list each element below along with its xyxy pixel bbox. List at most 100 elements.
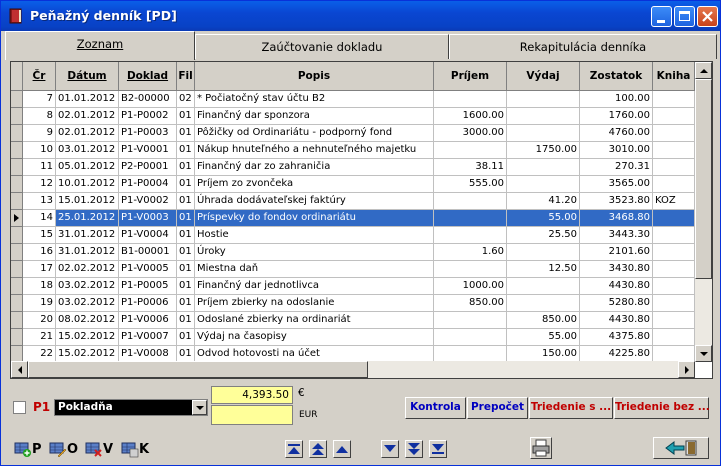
cell-popis: Finančný dar sponzora: [195, 108, 434, 125]
row-indicator[interactable]: [11, 261, 23, 278]
currency-symbol: €: [298, 387, 305, 399]
row-indicator[interactable]: [11, 91, 23, 108]
cell-prijem: 1.60: [434, 244, 507, 261]
table-row[interactable]: 15 31.01.2012 P1-V0004 01 Hostie 25.50 3443.30: [11, 227, 695, 244]
row-indicator[interactable]: [11, 210, 23, 227]
account-checkbox[interactable]: [13, 401, 26, 414]
header-kniha[interactable]: Kniha: [653, 62, 695, 91]
cell-kniha: [653, 261, 695, 278]
row-indicator[interactable]: [11, 125, 23, 142]
scroll-up-button[interactable]: [695, 62, 712, 79]
row-indicator[interactable]: [11, 193, 23, 210]
tab-zauctovanie[interactable]: Zaúčtovanie dokladu: [195, 34, 449, 59]
header-doklad[interactable]: Doklad: [119, 62, 177, 91]
header-prijem[interactable]: Príjem: [434, 62, 507, 91]
table-row[interactable]: 21 15.02.2012 P1-V0007 01 Výdaj na časopisy 5…: [11, 329, 695, 346]
current-row-icon: [14, 214, 19, 222]
table-row[interactable]: 18 03.02.2012 P1-P0005 01 Finančný dar jedno…: [11, 278, 695, 295]
table-row[interactable]: 7 01.01.2012 B2-00000 02 * Počiatočný stav ú…: [11, 91, 695, 108]
scroll-left-button[interactable]: [11, 361, 28, 378]
minimize-button[interactable]: [651, 6, 672, 27]
row-indicator[interactable]: [11, 159, 23, 176]
maximize-button[interactable]: [674, 6, 695, 27]
row-indicator[interactable]: [11, 312, 23, 329]
first-record-button[interactable]: [285, 440, 303, 458]
prepocet-button[interactable]: Prepočet: [467, 397, 528, 419]
kontrola-button[interactable]: Kontrola: [405, 397, 466, 419]
cell-kniha: [653, 329, 695, 346]
hscroll-thumb[interactable]: [28, 361, 368, 378]
triedenie-s-button[interactable]: Triedenie s ...: [529, 397, 613, 419]
cell-cr: 11: [23, 159, 56, 176]
row-indicator[interactable]: [11, 244, 23, 261]
account-dropdown-button[interactable]: [192, 400, 207, 415]
tab-label: Rekapitulácia denníka: [519, 40, 647, 54]
row-indicator[interactable]: [11, 108, 23, 125]
header-fil[interactable]: Fil: [177, 62, 195, 91]
cell-datum: 25.01.2012: [56, 210, 119, 227]
edit-button[interactable]: O: [49, 438, 78, 460]
book-icon: [9, 8, 22, 24]
cell-popis: Hostie: [195, 227, 434, 244]
cell-cr: 19: [23, 295, 56, 312]
cell-kniha: [653, 295, 695, 312]
cell-popis: Príjem zo zvončeka: [195, 176, 434, 193]
table-row[interactable]: 9 02.01.2012 P1-P0003 01 Pôžičky od Ordinari…: [11, 125, 695, 142]
calc-button[interactable]: K: [121, 438, 149, 460]
table-row[interactable]: 14 25.01.2012 P1-V0003 01 Príspevky do fondo…: [11, 210, 695, 227]
table-row[interactable]: 16 31.01.2012 B1-00001 01 Úroky 1.60 2101.60: [11, 244, 695, 261]
table-row[interactable]: 10 03.01.2012 P1-V0001 01 Nákup hnuteľného a…: [11, 142, 695, 159]
scroll-right-button[interactable]: [678, 361, 695, 378]
table-row[interactable]: 12 10.01.2012 P1-P0004 01 Príjem zo zvončeka…: [11, 176, 695, 193]
table-row[interactable]: 11 05.01.2012 P2-P0001 01 Finančný dar zo za…: [11, 159, 695, 176]
last-record-button[interactable]: [429, 440, 447, 458]
tab-zoznam[interactable]: Zoznam: [5, 31, 195, 60]
vertical-scrollbar[interactable]: [695, 62, 712, 362]
table-row[interactable]: 20 08.02.2012 P1-V0006 01 Odoslané zbierky n…: [11, 312, 695, 329]
title-bar[interactable]: Peňažný denník [PD]: [1, 1, 720, 31]
journal-table: Čr Dátum Doklad Fil Popis Príjem Výdaj Z…: [10, 61, 713, 379]
tab-rekapitulacia[interactable]: Rekapitulácia denníka: [449, 34, 717, 59]
row-indicator[interactable]: [11, 142, 23, 159]
table-row[interactable]: 8 02.01.2012 P1-P0002 01 Finančný dar sponzo…: [11, 108, 695, 125]
delete-button[interactable]: V: [85, 438, 113, 460]
header-vydaj[interactable]: Výdaj: [507, 62, 580, 91]
triedenie-bez-button[interactable]: Triedenie bez ...: [614, 397, 710, 419]
horizontal-scrollbar[interactable]: [11, 361, 695, 378]
print-button[interactable]: [530, 437, 552, 459]
close-button[interactable]: [697, 6, 718, 27]
scroll-thumb[interactable]: [695, 79, 712, 279]
next-record-button[interactable]: [381, 440, 399, 458]
row-indicator[interactable]: [11, 329, 23, 346]
cell-popis: Finančný dar jednotlivca: [195, 278, 434, 295]
cell-fil: 01: [177, 159, 195, 176]
account-select[interactable]: Pokladňa: [54, 399, 208, 416]
row-indicator[interactable]: [11, 176, 23, 193]
header-zostatok[interactable]: Zostatok: [580, 62, 653, 91]
page-up-button[interactable]: [309, 440, 327, 458]
cell-vydaj: 41.20: [507, 193, 580, 210]
row-indicator[interactable]: [11, 278, 23, 295]
table-row[interactable]: 13 15.01.2012 P1-V0002 01 Úhrada dodávateľsk…: [11, 193, 695, 210]
header-datum[interactable]: Dátum: [56, 62, 119, 91]
cell-doklad: P1-V0002: [119, 193, 177, 210]
prev-record-button[interactable]: [333, 440, 351, 458]
cell-fil: 01: [177, 176, 195, 193]
cell-kniha: [653, 210, 695, 227]
scroll-down-button[interactable]: [695, 345, 712, 362]
cell-cr: 13: [23, 193, 56, 210]
cell-prijem: [434, 210, 507, 227]
header-cr[interactable]: Čr: [23, 62, 56, 91]
page-down-button[interactable]: [405, 440, 423, 458]
exit-button[interactable]: [653, 437, 709, 459]
row-indicator[interactable]: [11, 295, 23, 312]
table-row[interactable]: 17 02.02.2012 P1-V0005 01 Miestna daň 12.50 34…: [11, 261, 695, 278]
delete-record-icon: [85, 442, 102, 457]
cell-kniha: [653, 91, 695, 108]
cell-vydaj: 1750.00: [507, 142, 580, 159]
row-indicator[interactable]: [11, 227, 23, 244]
add-button[interactable]: P: [14, 438, 42, 460]
cell-popis: Výdaj na časopisy: [195, 329, 434, 346]
header-popis[interactable]: Popis: [195, 62, 434, 91]
table-row[interactable]: 19 03.02.2012 P1-P0006 01 Príjem zbierky na …: [11, 295, 695, 312]
